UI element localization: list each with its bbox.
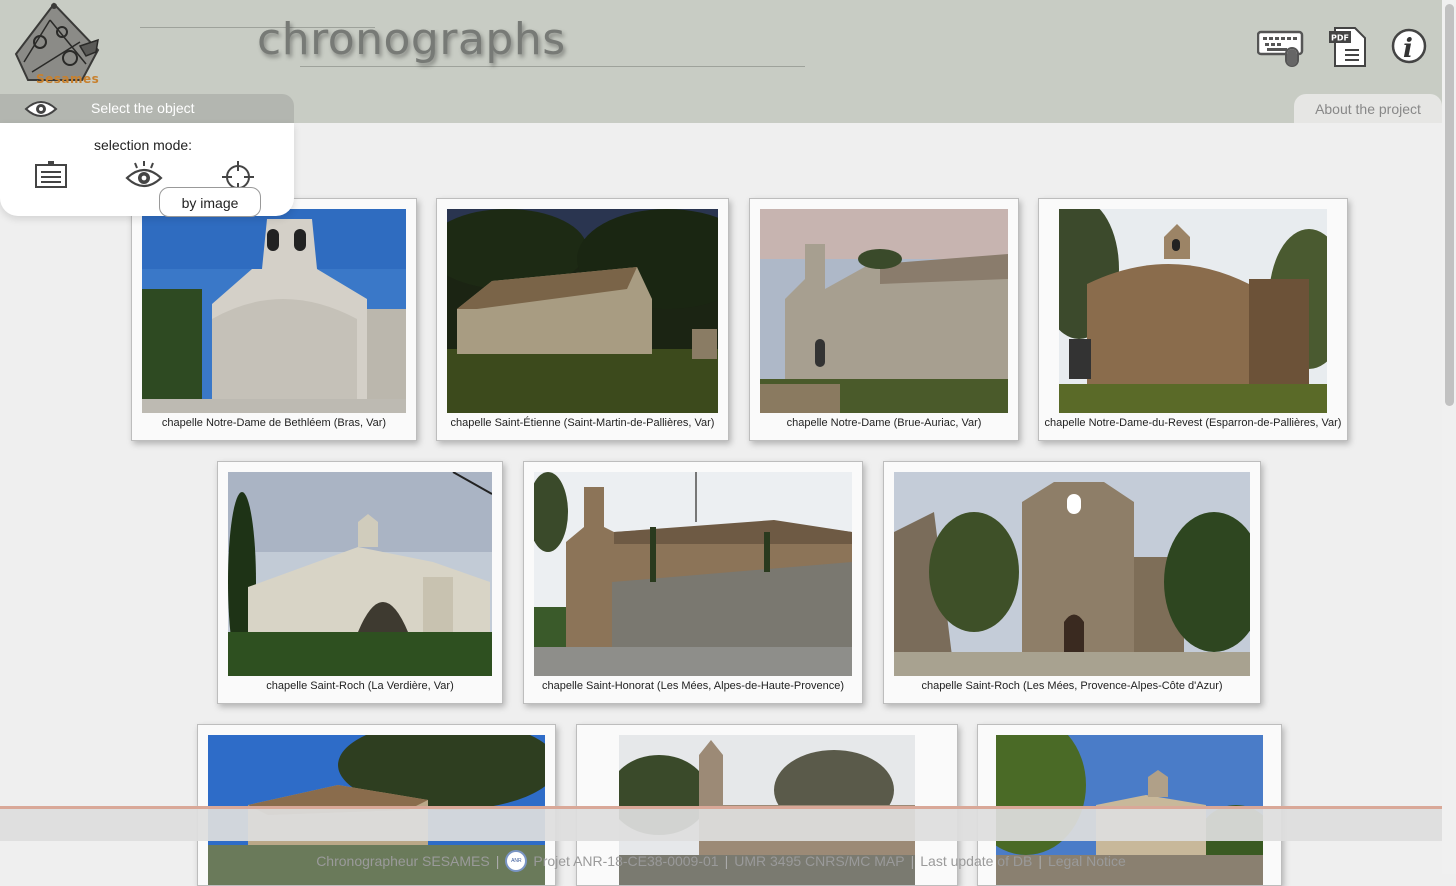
chapel-card[interactable]: chapelle Saint-Roch (Les Mées, Provence-… [883,461,1261,704]
chapel-card[interactable]: chapelle Saint-Honorat (Les Mées, Alpes-… [523,461,863,704]
svg-text:i: i [1403,34,1413,64]
chapel-photo [142,209,406,413]
app-title: chronographs [257,14,566,65]
chapel-photo [1059,209,1327,413]
chapel-caption: chapelle Notre-Dame-du-Revest (Esparron-… [1044,417,1342,429]
footer-project: Projet ANR-18-CE38-0009-01 [533,853,719,869]
selection-mode-label: selection mode: [94,137,193,153]
chapel-card[interactable]: chapelle Notre-Dame de Bethléem (Bras, V… [131,198,417,441]
chapel-caption: chapelle Saint-Roch (Les Mées, Provence-… [921,680,1223,692]
chapel-caption: chapelle Saint-Étienne (Saint-Martin-de-… [450,417,715,429]
footer-separator: | [495,853,500,869]
keyboard-mouse-icon[interactable] [1257,26,1305,68]
page-scrollbar[interactable] [1442,0,1456,874]
select-object-label: Select the object [91,100,195,116]
chapel-caption: chapelle Saint-Roch (La Verdière, Var) [266,680,454,692]
chapel-card[interactable]: chapelle Notre-Dame-du-Revest (Esparron-… [1038,198,1348,441]
title-decoration-line [300,66,805,67]
chapel-photo [534,472,852,676]
tab-about-project[interactable]: About the project [1294,94,1442,123]
chapel-photo [447,209,718,413]
footer-separator: | [910,853,915,869]
select-object-tab[interactable]: Select the object [0,94,294,123]
eye-icon[interactable] [125,159,163,191]
footer-lab: UMR 3495 CNRS/MC MAP [734,853,905,869]
chapel-photo [228,472,492,676]
svg-text:PDF: PDF [1331,34,1349,43]
chapel-photo [760,209,1008,413]
footer-separator: | [1038,853,1042,869]
chapel-card[interactable]: chapelle Notre-Dame (Brue-Auriac, Var) [749,198,1019,441]
chapel-caption: chapelle Notre-Dame de Bethléem (Bras, V… [161,417,387,429]
chapel-caption: chapelle Saint-Honorat (Les Mées, Alpes-… [541,680,845,692]
footer-bar [0,809,1442,841]
info-icon[interactable]: i [1386,26,1434,68]
eye-icon [24,101,58,117]
pdf-icon[interactable]: PDF [1325,26,1373,68]
selection-mode-panel: selection mode: by image [0,123,294,217]
footer: Chronographeur SESAMES | ANR Projet ANR-… [0,848,1442,874]
logo-wordmark: Sesames [36,72,100,86]
selection-mode-tooltip: by image [159,187,261,217]
footer-legal-notice-link[interactable]: Legal Notice [1048,853,1126,869]
chapel-card[interactable]: chapelle Saint-Étienne (Saint-Martin-de-… [436,198,729,441]
chapel-caption: chapelle Notre-Dame (Brue-Auriac, Var) [786,417,982,429]
footer-separator: | [724,853,729,869]
footer-credit: Chronographeur SESAMES [316,853,490,869]
chapel-photo [894,472,1250,676]
list-icon[interactable] [32,159,70,191]
anr-logo-icon[interactable]: ANR [505,850,528,872]
scrollbar-thumb[interactable] [1445,4,1454,406]
footer-last-update-link[interactable]: Last update of DB [920,853,1032,869]
chapel-card[interactable]: chapelle Saint-Roch (La Verdière, Var) [217,461,503,704]
